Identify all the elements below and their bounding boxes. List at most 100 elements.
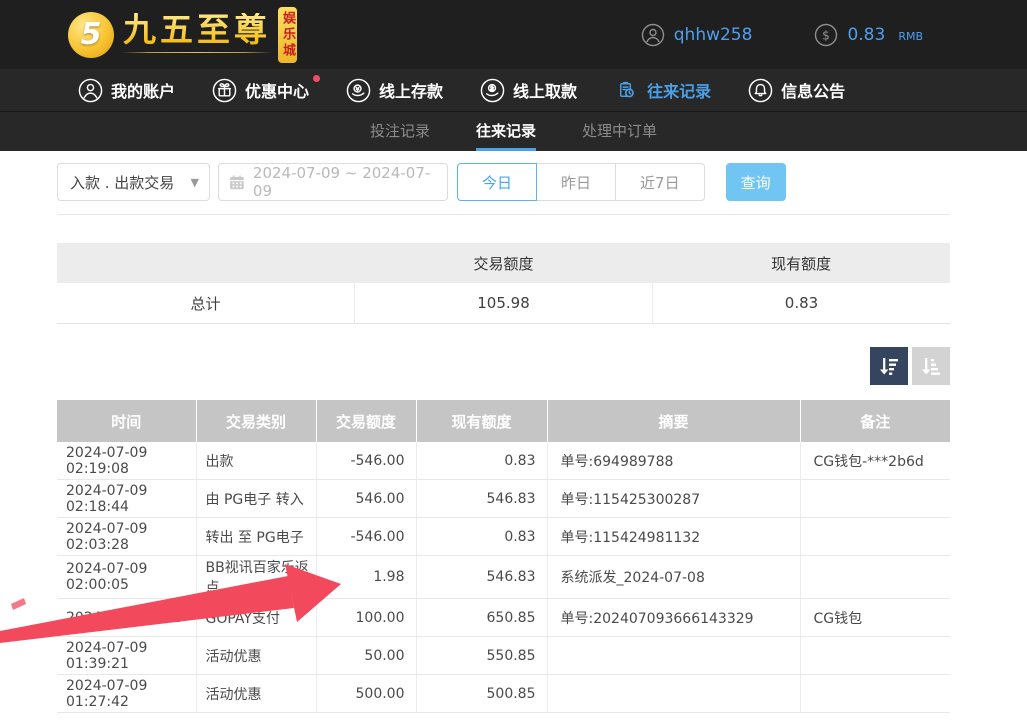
cell-category: 出款 [196,442,316,480]
table-column-header: 交易额度 [316,400,416,442]
withdraw-icon [480,78,505,103]
cell-balance: 500.85 [416,675,547,713]
filter-row: 入款 . 出款交易 ▼ 2024-07-09 ~ 2024-07-09 今日昨日… [57,163,1027,201]
username-text: qhhw258 [674,25,753,45]
cell-time: 2024-07-09 02:18:44 [57,480,196,518]
nav-item-label: 我的账户 [111,78,175,102]
nav-item-deposit[interactable]: 线上存款 [346,78,443,103]
sort-descending-icon [877,354,901,378]
summary-current-amount: 0.83 [653,283,950,323]
cell-summary [547,637,800,675]
subtab-投注记录[interactable]: 投注记录 [370,112,430,151]
cell-summary: 单号:694989788 [547,442,800,480]
cell-amount: 50.00 [316,637,416,675]
table-row: 2024-07-09 02:18:44由 PG电子 转入546.00546.83… [57,480,950,518]
cell-summary: 系统派发_2024-07-08 [547,556,800,599]
cell-category: BB视讯百家乐返点 [196,556,316,599]
records-icon [614,78,639,103]
cell-note [800,675,950,713]
main-nav: 我的账户 优惠中心 线上存款 线上取款 往来记录 信息公告 [0,69,1027,112]
cell-amount: 1.98 [316,556,416,599]
nav-item-gift[interactable]: 优惠中心 [212,78,309,103]
table-header-row: 时间交易类别交易额度现有额度摘要备注 [57,400,950,442]
summary-header-balance: 现有额度 [652,243,950,283]
summary-transaction-amount: 105.98 [355,283,653,323]
date-range-value: 2024-07-09 ~ 2024-07-09 [253,164,437,200]
cell-amount: -546.00 [316,442,416,480]
table-row: 2024-07-09 02:19:08出款-546.000.83单号:69498… [57,442,950,480]
subtab-处理中订单[interactable]: 处理中订单 [582,112,657,151]
cell-category: 转出 至 PG电子 [196,518,316,556]
cell-category: GOPAY支付 [196,599,316,637]
subtab-往来记录[interactable]: 往来记录 [476,112,536,151]
nav-item-bell[interactable]: 信息公告 [748,78,845,103]
cell-amount: 500.00 [316,675,416,713]
cell-category: 活动优惠 [196,637,316,675]
cell-category: 由 PG电子 转入 [196,480,316,518]
cell-time: 2024-07-09 02:03:28 [57,518,196,556]
table-row: 2024-07-09 02:00:05BB视讯百家乐返点1.98546.83系统… [57,556,950,599]
cell-balance: 0.83 [416,518,547,556]
nav-item-label: 优惠中心 [245,78,309,102]
summary-header-transaction: 交易额度 [355,243,653,283]
sort-ascending-icon [919,354,943,378]
cell-balance: 650.85 [416,599,547,637]
cell-note [800,637,950,675]
cell-balance: 0.83 [416,442,547,480]
logo-circle-icon: 5 [68,12,114,58]
user-icon [641,23,665,47]
cell-amount: 546.00 [316,480,416,518]
site-logo[interactable]: 5 九五至尊 娱乐城 [68,7,297,63]
cell-time: 2024-07-09 01:27:42 [57,675,196,713]
table-column-header: 摘要 [547,400,800,442]
cell-summary: 单号:115425300287 [547,480,800,518]
summary-header-row: 交易额度 现有额度 [57,243,950,283]
chevron-down-icon: ▼ [191,176,199,189]
quick-date-button[interactable]: 昨日 [536,163,616,201]
cell-summary [547,675,800,713]
transaction-type-value: 入款 . 出款交易 [70,172,174,193]
section-divider [57,214,950,215]
notification-dot [313,75,320,82]
table-row: 2024-07-09 01:39:21活动优惠50.00550.85 [57,637,950,675]
date-range-input[interactable]: 2024-07-09 ~ 2024-07-09 [218,163,448,201]
cell-summary: 单号:202407093666143329 [547,599,800,637]
sort-ascending-button[interactable] [912,347,950,385]
cell-summary: 单号:115424981132 [547,518,800,556]
transaction-type-select[interactable]: 入款 . 出款交易 ▼ [57,163,210,201]
nav-item-label: 往来记录 [647,78,711,102]
bell-icon [748,78,773,103]
cell-note: CG钱包-***2b6d [800,442,950,480]
balance-value: 0.83 [847,25,885,45]
balance-chip[interactable]: $ 0.83 RMB [814,23,923,47]
cell-note [800,480,950,518]
calendar-icon [229,174,245,191]
search-button[interactable]: 查询 [726,163,786,201]
nav-item-label: 线上取款 [513,78,577,102]
cell-note [800,556,950,599]
currency-label: RMB [898,30,923,43]
cell-note: CG钱包 [800,599,950,637]
sort-descending-button[interactable] [870,347,908,385]
summary-total-label: 总计 [57,283,355,323]
sort-controls [0,347,950,385]
gift-icon [212,78,237,103]
logo-glyph: 5 [81,17,102,52]
cell-time: 2024-07-09 02:19:08 [57,442,196,480]
cell-balance: 550.85 [416,637,547,675]
cell-amount: -546.00 [316,518,416,556]
sub-tabs: 投注记录 往来记录 处理中订单 [0,112,1027,151]
deposit-icon [346,78,371,103]
nav-item-withdraw[interactable]: 线上取款 [480,78,577,103]
username-chip[interactable]: qhhw258 [641,23,753,47]
quick-date-button[interactable]: 近7日 [615,163,705,201]
nav-item-records[interactable]: 往来记录 [614,78,711,103]
cell-balance: 546.83 [416,480,547,518]
quick-date-button[interactable]: 今日 [457,163,537,201]
cell-balance: 546.83 [416,556,547,599]
table-column-header: 时间 [57,400,196,442]
top-header: 5 九五至尊 娱乐城 qhhw258 $ 0.83 [0,0,1027,69]
nav-item-user[interactable]: 我的账户 [78,78,175,103]
table-column-header: 交易类别 [196,400,316,442]
logo-badge: 娱乐城 [278,7,297,63]
